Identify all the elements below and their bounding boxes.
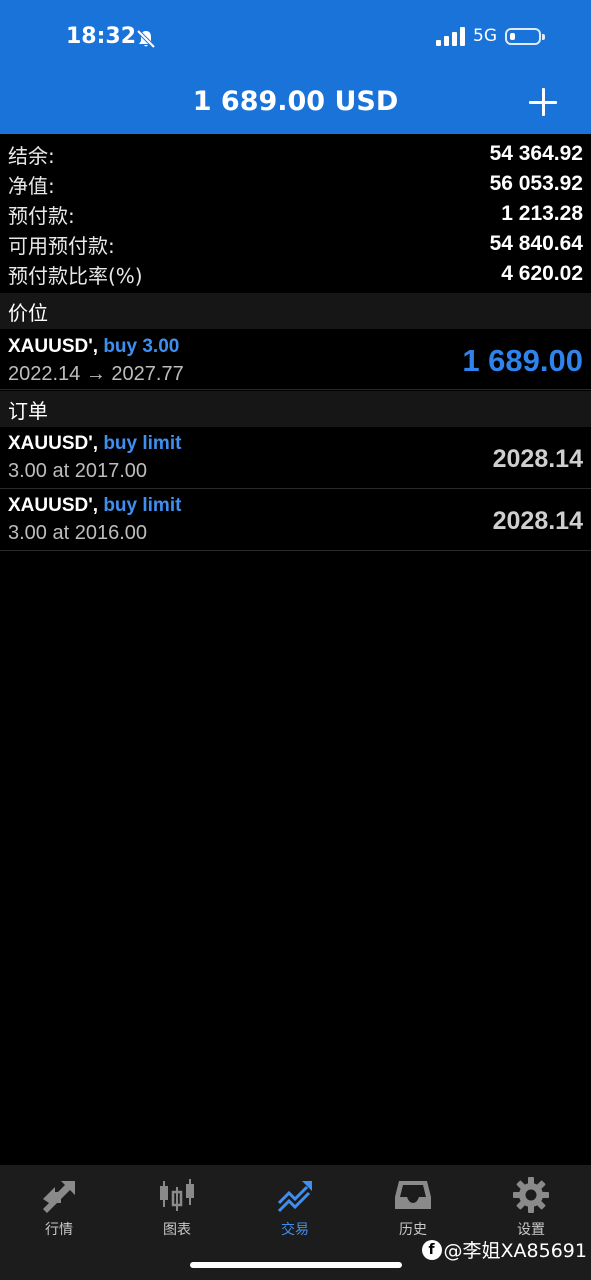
battery-icon <box>505 27 545 45</box>
tab-charts[interactable]: 图表 <box>118 1175 236 1239</box>
order-detail: 3.00 at 2017.00 <box>8 460 148 482</box>
watermark: f @李姐XA85691 <box>421 1236 587 1263</box>
summary-row-margin: 预付款: 1 213.28 <box>0 199 591 229</box>
summary-label: 可用预付款: <box>8 233 115 258</box>
account-summary: 结余: 54 364.92 净值: 56 053.92 预付款: 1 213.2… <box>0 134 591 289</box>
summary-value: 1 213.28 <box>501 202 583 225</box>
summary-row-free-margin: 可用预付款: 54 840.64 <box>0 229 591 259</box>
position-symbol: XAUUSD', <box>8 336 99 357</box>
summary-value: 4 620.02 <box>501 262 583 285</box>
order-row[interactable]: XAUUSD', buy limit 3.00 at 2017.00 2028.… <box>0 427 591 489</box>
status-time: 18:32 <box>66 24 137 49</box>
tab-quotes[interactable]: 行情 <box>0 1175 118 1239</box>
order-symbol: XAUUSD', <box>8 495 99 516</box>
home-indicator <box>190 1262 402 1268</box>
position-symbol-line: XAUUSD', buy 3.00 <box>8 336 179 358</box>
position-side: buy 3.00 <box>103 336 180 357</box>
tab-label: 图表 <box>163 1222 191 1238</box>
tab-settings[interactable]: 设置 <box>472 1175 590 1239</box>
settings-icon <box>513 1177 549 1213</box>
position-row[interactable]: XAUUSD', buy 3.00 2022.14 → 2027.77 1 68… <box>0 329 591 390</box>
trade-icon <box>277 1181 312 1213</box>
summary-label: 预付款比率(%) <box>8 263 143 288</box>
positions-section-header: 价位 <box>0 293 591 329</box>
summary-label: 结余: <box>8 143 55 168</box>
watermark-text: @李姐XA85691 <box>443 1240 587 1262</box>
order-symbol-line: XAUUSD', buy limit <box>8 433 181 455</box>
chart-icon <box>160 1179 194 1211</box>
summary-row-equity: 净值: 56 053.92 <box>0 169 591 199</box>
mute-bell-icon <box>136 29 156 49</box>
tab-label: 交易 <box>281 1222 309 1238</box>
position-profit: 1 689.00 <box>462 343 583 378</box>
top-bar: 18:32 5G 1 689.00 USD <box>0 0 591 134</box>
order-symbol-line: XAUUSD', buy limit <box>8 495 181 517</box>
order-detail: 3.00 at 2016.00 <box>8 522 148 544</box>
order-row[interactable]: XAUUSD', buy limit 3.00 at 2016.00 2028.… <box>0 489 591 551</box>
summary-value: 54 364.92 <box>489 142 583 165</box>
network-type: 5G <box>473 26 497 46</box>
add-order-button[interactable] <box>525 84 561 120</box>
quotes-icon <box>43 1181 75 1213</box>
summary-row-balance: 结余: 54 364.92 <box>0 139 591 169</box>
order-symbol: XAUUSD', <box>8 433 99 454</box>
status-indicators: 5G <box>436 26 545 46</box>
order-price: 2028.14 <box>492 445 583 473</box>
order-side: buy limit <box>103 433 182 454</box>
signal-icon <box>436 26 465 46</box>
summary-label: 净值: <box>8 173 55 198</box>
history-icon <box>395 1181 431 1209</box>
summary-label: 预付款: <box>8 203 75 228</box>
social-logo-icon: f <box>421 1239 442 1260</box>
position-prices: 2022.14 → 2027.77 <box>8 363 184 385</box>
summary-row-margin-level: 预付款比率(%) 4 620.02 <box>0 259 591 289</box>
orders-section-header: 订单 <box>0 391 591 427</box>
summary-value: 54 840.64 <box>489 232 583 255</box>
tab-label: 行情 <box>45 1222 73 1238</box>
tab-trade[interactable]: 交易 <box>236 1175 354 1239</box>
tab-history[interactable]: 历史 <box>354 1175 472 1239</box>
order-side: buy limit <box>103 495 182 516</box>
summary-value: 56 053.92 <box>489 172 583 195</box>
order-price: 2028.14 <box>492 507 583 535</box>
page-title: 1 689.00 USD <box>192 86 399 117</box>
